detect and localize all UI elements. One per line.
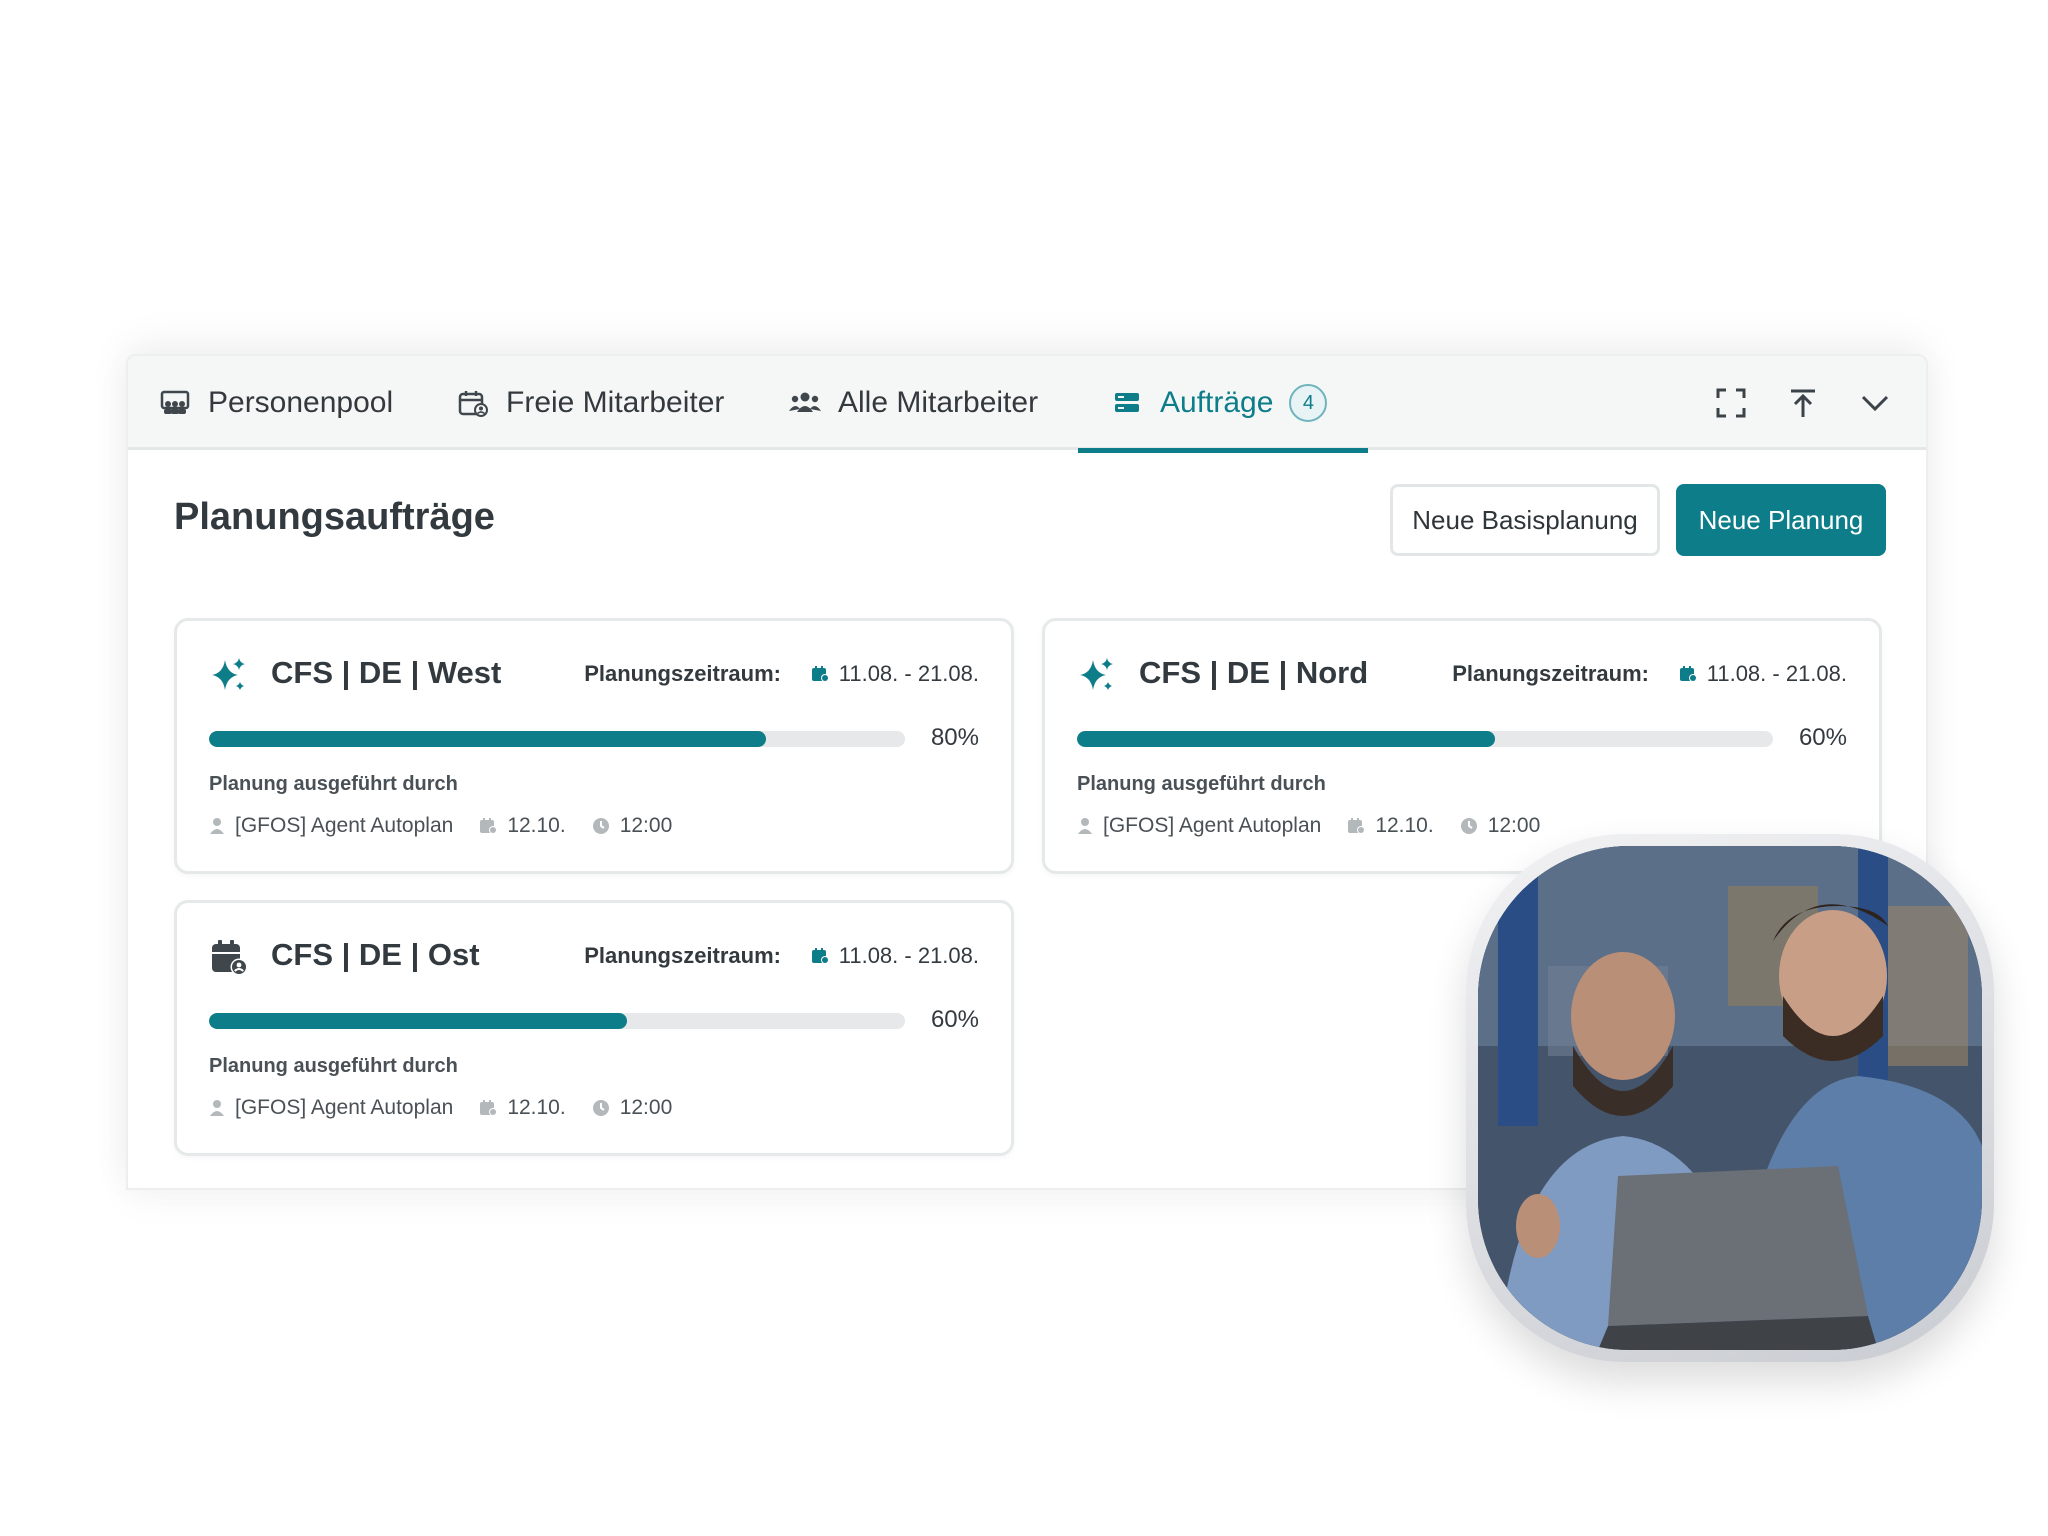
tab-bar: Personenpool Freie Mitarbeiter Alle Mita… <box>128 356 1926 453</box>
clock-icon <box>592 1100 609 1116</box>
period-label: Planungszeitraum: <box>1452 661 1649 686</box>
sparkle-icon <box>1077 655 1117 695</box>
progress-bar <box>1077 731 1773 747</box>
group-icon <box>788 388 822 418</box>
card-title: CFS | DE | West <box>271 655 502 690</box>
plan-card-west[interactable]: CFS | DE | West Planungszeitraum: 11.08.… <box>174 618 1014 874</box>
tab-label: Aufträge <box>1160 386 1274 419</box>
expand-down-button[interactable] <box>1854 382 1896 424</box>
executed-by-label: Planung ausgeführt durch <box>209 773 458 795</box>
calendar-icon <box>480 1100 498 1116</box>
execution-meta: [GFOS] Agent Autoplan 12.10. 12:00 <box>209 814 698 838</box>
count-badge: 4 <box>1289 384 1328 422</box>
user-icon <box>1078 818 1092 834</box>
clock-icon <box>1460 818 1477 834</box>
progress-percent: 60% <box>1798 724 1847 751</box>
tab-freie-mitarbeiter[interactable]: Freie Mitarbeiter <box>456 356 724 450</box>
progress-percent: 80% <box>930 724 979 751</box>
execution-meta: [GFOS] Agent Autoplan 12.10. 12:00 <box>209 1096 698 1120</box>
calendar-person-icon <box>456 388 490 418</box>
period-range: 11.08. - 21.08. <box>1679 661 1847 687</box>
tab-label: Alle Mitarbeiter <box>838 386 1039 419</box>
clock-icon <box>592 818 609 834</box>
page-title: Planungsaufträge <box>174 496 495 538</box>
exec-time: 12:00 <box>1487 814 1541 837</box>
collapse-up-button[interactable] <box>1782 382 1824 424</box>
card-title: CFS | DE | Ost <box>271 937 480 972</box>
user-icon <box>210 818 224 834</box>
exec-date: 12.10. <box>507 1096 566 1119</box>
executed-by-label: Planung ausgeführt durch <box>1077 773 1326 795</box>
exec-date: 12.10. <box>507 814 566 837</box>
sparkle-icon <box>209 655 249 695</box>
chevron-down-icon <box>1861 395 1889 412</box>
person-pool-icon <box>158 388 192 418</box>
fullscreen-button[interactable] <box>1710 382 1752 424</box>
card-title: CFS | DE | Nord <box>1139 655 1369 690</box>
fullscreen-icon <box>1716 388 1746 418</box>
tab-personenpool[interactable]: Personenpool <box>158 356 393 450</box>
period-range: 11.08. - 21.08. <box>811 661 979 687</box>
team-photo-frame <box>1466 834 1994 1362</box>
tab-label: Personenpool <box>208 386 394 419</box>
progress-fill <box>209 1013 627 1029</box>
period-text: 11.08. - 21.08. <box>838 661 979 686</box>
period-label: Planungszeitraum: <box>584 661 781 686</box>
progress-bar <box>209 1013 905 1029</box>
period-label: Planungszeitraum: <box>584 943 781 968</box>
collapse-up-icon <box>1791 389 1815 417</box>
progress-percent: 60% <box>930 1006 979 1033</box>
new-base-plan-button[interactable]: Neue Basisplanung <box>1390 484 1660 556</box>
calendar-icon <box>1679 666 1697 682</box>
executed-by-label: Planung ausgeführt durch <box>209 1055 458 1077</box>
exec-time: 12:00 <box>619 1096 673 1119</box>
exec-time: 12:00 <box>619 814 673 837</box>
tab-alle-mitarbeiter[interactable]: Alle Mitarbeiter <box>788 356 1038 450</box>
period-text: 11.08. - 21.08. <box>838 943 979 968</box>
period-range: 11.08. - 21.08. <box>811 943 979 969</box>
tab-auftraege[interactable]: Aufträge 4 <box>1078 356 1368 453</box>
period-text: 11.08. - 21.08. <box>1706 661 1847 686</box>
user-icon <box>210 1100 224 1116</box>
calendar-icon <box>811 666 829 682</box>
team-photo <box>1478 846 1982 1350</box>
exec-date: 12.10. <box>1375 814 1434 837</box>
calendar-icon <box>1348 818 1366 834</box>
agent-name: [GFOS] Agent Autoplan <box>1103 814 1322 837</box>
execution-meta: [GFOS] Agent Autoplan 12.10. 12:00 <box>1077 814 1566 838</box>
new-plan-button[interactable]: Neue Planung <box>1676 484 1886 556</box>
plan-card-ost[interactable]: CFS | DE | Ost Planungszeitraum: 11.08. … <box>174 900 1014 1156</box>
agent-name: [GFOS] Agent Autoplan <box>235 1096 454 1119</box>
progress-fill <box>1077 731 1495 747</box>
stack-icon <box>1110 388 1144 418</box>
tab-label: Freie Mitarbeiter <box>506 386 725 419</box>
calendar-icon <box>480 818 498 834</box>
agent-name: [GFOS] Agent Autoplan <box>235 814 454 837</box>
calendar-icon <box>811 948 829 964</box>
progress-fill <box>209 731 766 747</box>
progress-bar <box>209 731 905 747</box>
calendar-person-icon <box>209 937 249 977</box>
